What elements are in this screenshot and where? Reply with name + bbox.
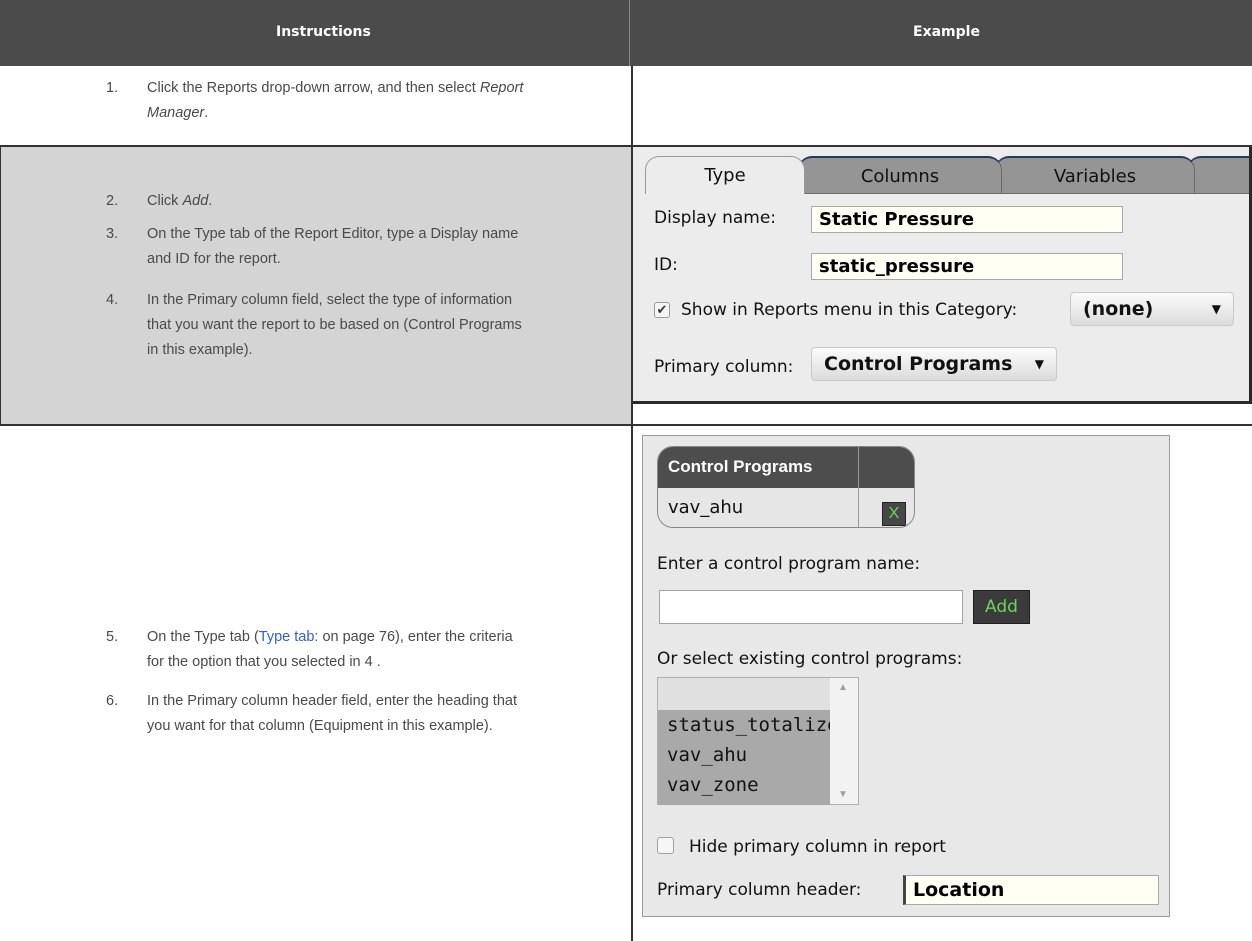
chevron-down-icon: ▼: [1211, 302, 1221, 316]
control-programs-table: Control Programs vav_ahu X: [657, 446, 915, 528]
list-item[interactable]: vav_zone: [667, 774, 759, 796]
step-number: 1.: [106, 80, 119, 96]
step-text: Click: [147, 193, 183, 209]
primary-column-value: Control Programs: [824, 353, 1013, 375]
step-text: Click the Reports drop-down arrow, and t…: [147, 80, 480, 96]
step-text: On the Type tab (: [147, 629, 259, 645]
step-text: for the option that you selected in 4 .: [147, 654, 381, 670]
display-name-field[interactable]: Static Pressure: [811, 206, 1123, 233]
primary-column-header-field[interactable]: Location: [903, 875, 1159, 905]
step-text: in this example).: [147, 342, 253, 358]
row-2-left-border: [0, 147, 1, 425]
id-field[interactable]: static_pressure: [811, 253, 1123, 280]
chevron-down-icon: ▼: [1034, 357, 1044, 371]
id-label: ID:: [654, 255, 678, 275]
tab-bar: V Variables Columns Type: [633, 147, 1249, 194]
primary-header-label: Primary column header:: [657, 880, 862, 900]
step-number: 3.: [106, 226, 119, 242]
row-2-background: [0, 147, 631, 425]
type-tab-link[interactable]: Type tab:: [259, 629, 319, 645]
show-in-menu-label: Show in Reports menu in this Category:: [681, 300, 1018, 320]
select-existing-label: Or select existing control programs:: [657, 649, 963, 669]
tab-type[interactable]: Type: [645, 156, 805, 194]
category-dropdown[interactable]: (none) ▼: [1070, 292, 1234, 326]
table-row: vav_ahu: [668, 497, 744, 518]
primary-column-dropdown[interactable]: Control Programs ▼: [811, 347, 1057, 381]
step-number: 5.: [106, 629, 119, 645]
remove-button[interactable]: X: [882, 502, 906, 526]
step-text-italic: Report: [479, 80, 524, 96]
tab-more[interactable]: V: [1187, 156, 1249, 194]
step-text: In the Primary column header field, ente…: [147, 693, 517, 709]
add-button[interactable]: Add: [973, 590, 1030, 624]
hide-primary-label: Hide primary column in report: [689, 837, 946, 857]
step-text: you want for that column (Equipment in t…: [147, 718, 493, 734]
column-separator: [858, 447, 859, 527]
step-text: On the Type tab of the Report Editor, ty…: [147, 226, 519, 242]
control-programs-header: Control Programs: [668, 457, 813, 476]
scroll-up-icon[interactable]: ▲: [838, 682, 848, 693]
list-item[interactable]: vav_ahu: [667, 744, 747, 766]
step-text: .: [204, 105, 209, 121]
step-number: 6.: [106, 693, 119, 709]
selected-options: status_totalizer vav_ahu vav_zone: [658, 710, 850, 805]
step-text: In the Primary column field, select the …: [147, 292, 513, 308]
enter-program-label: Enter a control program name:: [657, 554, 921, 574]
page-ref: on page 76: [318, 629, 396, 645]
table-header: Instructions Example: [0, 0, 1252, 66]
step-number: 2.: [106, 193, 119, 209]
step-text: .: [208, 193, 213, 209]
row-divider-2: [0, 424, 1252, 426]
step-text: and ID for the report.: [147, 251, 281, 267]
table-header-row: Control Programs: [658, 447, 914, 488]
report-editor-screenshot: V Variables Columns Type Display name: S…: [633, 147, 1252, 404]
control-programs-screenshot: Control Programs vav_ahu X Enter a contr…: [642, 435, 1170, 917]
control-program-name-input[interactable]: [659, 590, 963, 624]
example-header: Example: [913, 24, 980, 40]
step-text: that you want the report to be based on …: [147, 317, 522, 333]
tab-variables[interactable]: Variables: [995, 156, 1195, 194]
header-divider: [629, 0, 630, 66]
display-name-label: Display name:: [654, 208, 777, 228]
step-text: ), enter the criteria: [395, 629, 513, 645]
step-text-italic: Manager: [147, 105, 205, 121]
list-item[interactable]: [658, 678, 830, 710]
list-item[interactable]: status_totalizer: [667, 714, 850, 736]
category-value: (none): [1083, 298, 1154, 320]
existing-programs-list[interactable]: status_totalizer vav_ahu vav_zone ▲ ▼: [657, 677, 859, 805]
tab-columns[interactable]: Columns: [798, 156, 1002, 194]
scrollbar[interactable]: ▲ ▼: [830, 678, 858, 804]
show-in-menu-checkbox[interactable]: ✔: [654, 302, 670, 318]
scroll-down-icon[interactable]: ▼: [838, 789, 848, 800]
primary-column-label: Primary column:: [654, 357, 794, 377]
step-number: 4.: [106, 292, 119, 308]
instructions-header: Instructions: [276, 24, 371, 40]
step-text-italic: Add: [182, 193, 209, 209]
hide-primary-checkbox[interactable]: [657, 837, 674, 854]
